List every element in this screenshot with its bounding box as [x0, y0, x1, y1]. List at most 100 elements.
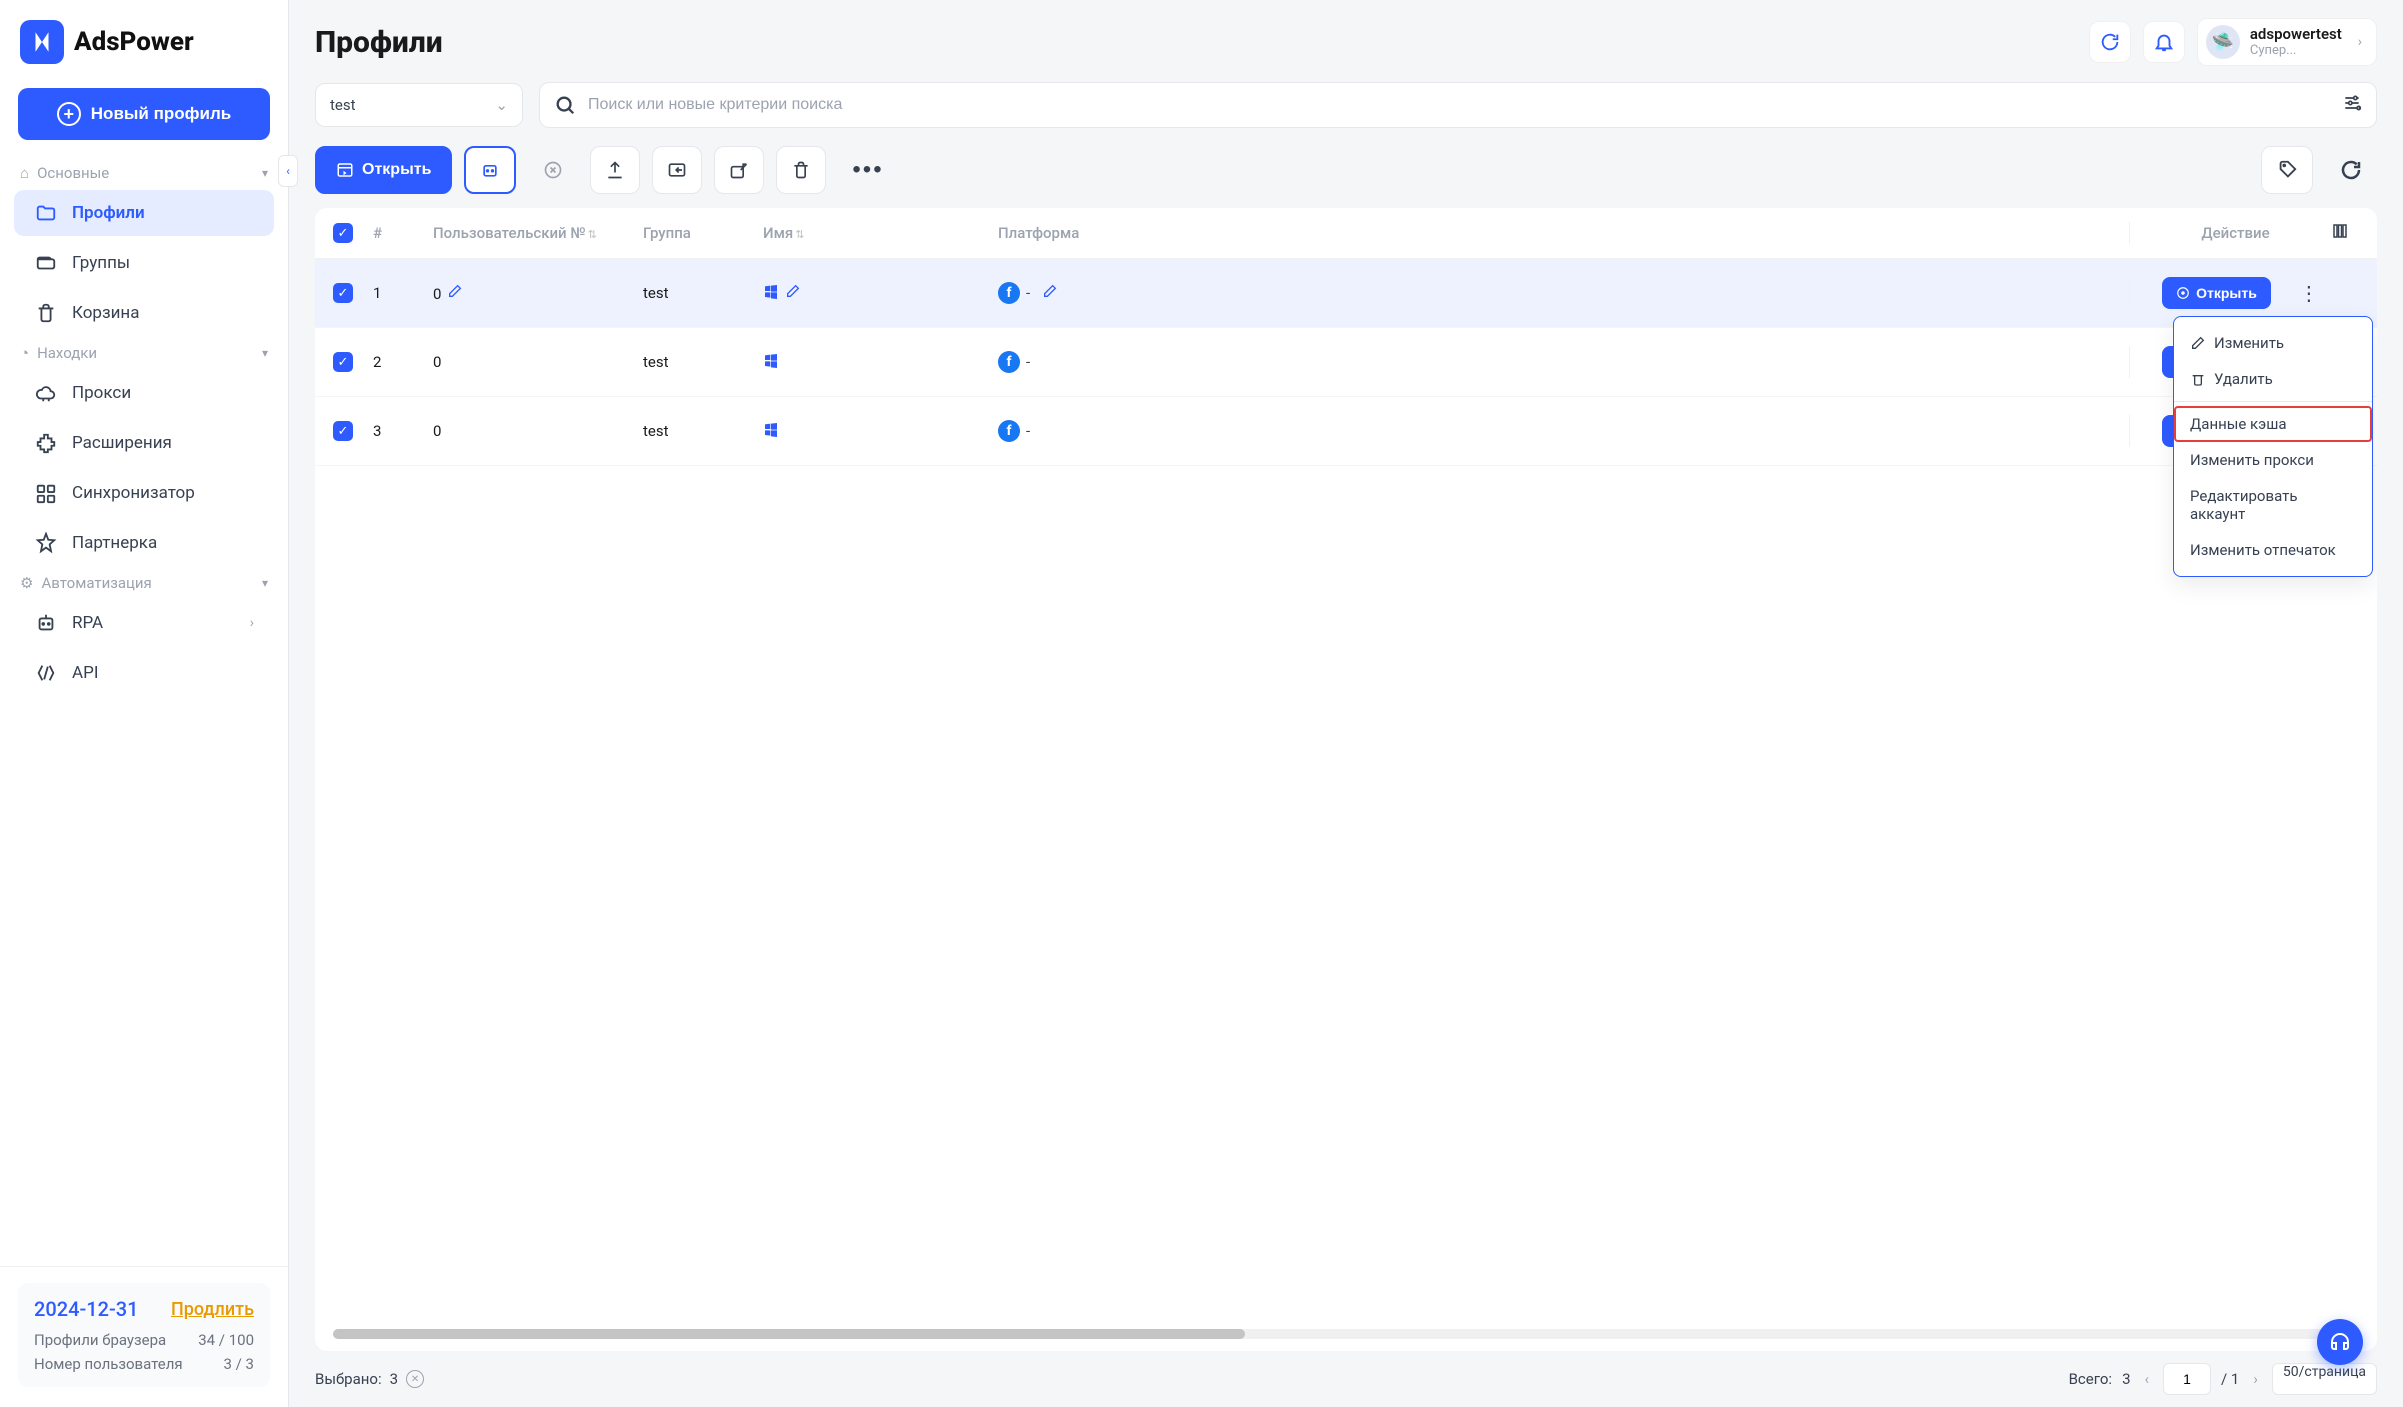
columns-icon[interactable] [2331, 222, 2349, 244]
reload-list-button[interactable] [2325, 146, 2377, 194]
sidebar-item-proxies[interactable]: Прокси [14, 370, 274, 416]
notifications-button[interactable] [2143, 21, 2185, 63]
header-group[interactable]: Группа [643, 224, 763, 242]
edit-icon[interactable] [785, 285, 801, 303]
select-all-checkbox[interactable]: ✓ [333, 223, 353, 243]
trash-icon [791, 160, 811, 180]
nav-section-finds[interactable]: ◔ Находки ▾ [0, 338, 288, 368]
tags-button[interactable] [2261, 146, 2313, 194]
nav-section-automation[interactable]: ⚙ Автоматизация ▾ [0, 568, 288, 598]
sidebar-item-partner[interactable]: Партнерка [14, 520, 274, 566]
header-num[interactable]: # [373, 224, 433, 242]
refresh-button[interactable] [2089, 21, 2131, 63]
total-count: 3 [2122, 1370, 2130, 1388]
clear-selection-button[interactable]: ✕ [406, 1370, 424, 1388]
header-action: Действие [2129, 222, 2359, 244]
logo[interactable]: AdsPower [0, 0, 288, 80]
close-action-button[interactable] [528, 146, 578, 194]
window-icon [336, 161, 354, 179]
row-user-no: 0 [433, 353, 643, 371]
api-icon [34, 661, 58, 685]
row-open-button[interactable]: Открыть [2162, 277, 2271, 309]
ctx-edit-account[interactable]: Редактировать аккаунт [2174, 478, 2372, 532]
ctx-change-proxy[interactable]: Изменить прокси [2174, 442, 2372, 478]
share-button[interactable] [714, 146, 764, 194]
more-actions-button[interactable]: ••• [838, 146, 897, 194]
row-name [763, 352, 998, 372]
group-select[interactable]: test ⌄ [315, 83, 523, 127]
table: ✓ # Пользовательский №⇅ Группа Имя⇅ Плат… [315, 208, 2377, 1351]
trash-icon [2190, 371, 2206, 387]
avatar-icon: 🛸 [2206, 25, 2240, 59]
sidebar-collapse-button[interactable]: ‹ [278, 155, 298, 187]
sidebar-item-api[interactable]: API [14, 650, 274, 696]
total-label: Всего: [2069, 1370, 2113, 1388]
open-button[interactable]: Открыть [315, 146, 452, 194]
page-input[interactable] [2163, 1363, 2211, 1395]
dots-icon: ••• [852, 156, 883, 184]
edit-icon [2190, 335, 2206, 351]
sidebar-item-trash[interactable]: Корзина [14, 290, 274, 336]
headset-icon [2328, 1330, 2352, 1354]
table-row[interactable]: ✓20testf-Открыть⋮ [315, 328, 2377, 397]
sidebar-item-synchronizer[interactable]: Синхронизатор [14, 470, 274, 516]
row-checkbox[interactable]: ✓ [333, 352, 353, 372]
sidebar-item-extensions[interactable]: Расширения [14, 420, 274, 466]
header-user-no[interactable]: Пользовательский №⇅ [433, 224, 643, 242]
user-menu[interactable]: 🛸 adspowertest Супер... › [2197, 18, 2377, 66]
row-action-cell: Открыть ⋮ [2129, 277, 2359, 309]
user-role-label: Супер... [2250, 43, 2342, 59]
import-button[interactable] [652, 146, 702, 194]
row-checkbox[interactable]: ✓ [333, 283, 353, 303]
help-float-button[interactable] [2317, 1319, 2363, 1365]
main-content: Профили 🛸 adspowertest Супер... › [289, 0, 2403, 1407]
row-user-no: 0 [433, 283, 643, 303]
selected-label: Выбрано: [315, 1370, 382, 1388]
plus-icon: + [57, 102, 81, 126]
gear-icon: ⚙ [20, 574, 33, 592]
horizontal-scrollbar[interactable] [333, 1329, 2359, 1339]
chrome-icon [2176, 286, 2190, 300]
scrollbar-thumb[interactable] [333, 1329, 1245, 1339]
table-row[interactable]: ✓30testf-Открыть⋮ [315, 397, 2377, 466]
search-input[interactable] [588, 96, 2330, 114]
sidebar-item-rpa[interactable]: RPA › [14, 600, 274, 646]
sidebar-item-profiles[interactable]: Профили [14, 190, 274, 236]
chevron-right-icon: › [2358, 34, 2362, 50]
import-icon [667, 160, 687, 180]
export-button[interactable] [590, 146, 640, 194]
table-row[interactable]: ✓10testf-Открыть⋮ [315, 259, 2377, 328]
row-more-button[interactable]: ⋮ [2291, 281, 2327, 305]
search-wrapper [539, 82, 2377, 128]
edit-icon[interactable] [1042, 283, 1058, 303]
sort-icon: ⇅ [795, 228, 804, 241]
page-total: / 1 [2221, 1370, 2239, 1388]
nav-section-main[interactable]: ⌂ Основные ▾ [0, 158, 288, 188]
ctx-cache-data[interactable]: Данные кэша [2174, 406, 2372, 442]
ctx-change-fingerprint[interactable]: Изменить отпечаток [2174, 532, 2372, 568]
page-next-button[interactable]: › [2249, 1366, 2262, 1392]
table-header: ✓ # Пользовательский №⇅ Группа Имя⇅ Плат… [315, 208, 2377, 259]
ctx-delete[interactable]: Удалить [2174, 361, 2372, 397]
filter-settings-button[interactable] [2342, 93, 2362, 117]
close-circle-icon [543, 160, 563, 180]
row-platform: f- [998, 351, 2129, 373]
robot-icon [34, 611, 58, 635]
tags-icon [2276, 159, 2298, 181]
row-group: test [643, 422, 763, 440]
ctx-edit[interactable]: Изменить [2174, 325, 2372, 361]
header-platform[interactable]: Платформа [998, 224, 2129, 242]
windows-icon [763, 422, 779, 441]
new-profile-button[interactable]: + Новый профиль [18, 88, 270, 140]
edit-icon[interactable] [447, 285, 463, 303]
rpa-action-button[interactable] [464, 146, 516, 194]
sidebar-item-groups[interactable]: Группы [14, 240, 274, 286]
header-name[interactable]: Имя⇅ [763, 224, 998, 242]
row-checkbox[interactable]: ✓ [333, 421, 353, 441]
row-platform: f- [998, 282, 2129, 304]
page-size-select[interactable]: 50/страница [2272, 1363, 2377, 1395]
sidebar: AdsPower + Новый профиль ‹ ⌂ Основные ▾ … [0, 0, 289, 1407]
extend-link[interactable]: Продлить [171, 1299, 254, 1320]
page-prev-button[interactable]: ‹ [2141, 1366, 2154, 1392]
delete-button[interactable] [776, 146, 826, 194]
